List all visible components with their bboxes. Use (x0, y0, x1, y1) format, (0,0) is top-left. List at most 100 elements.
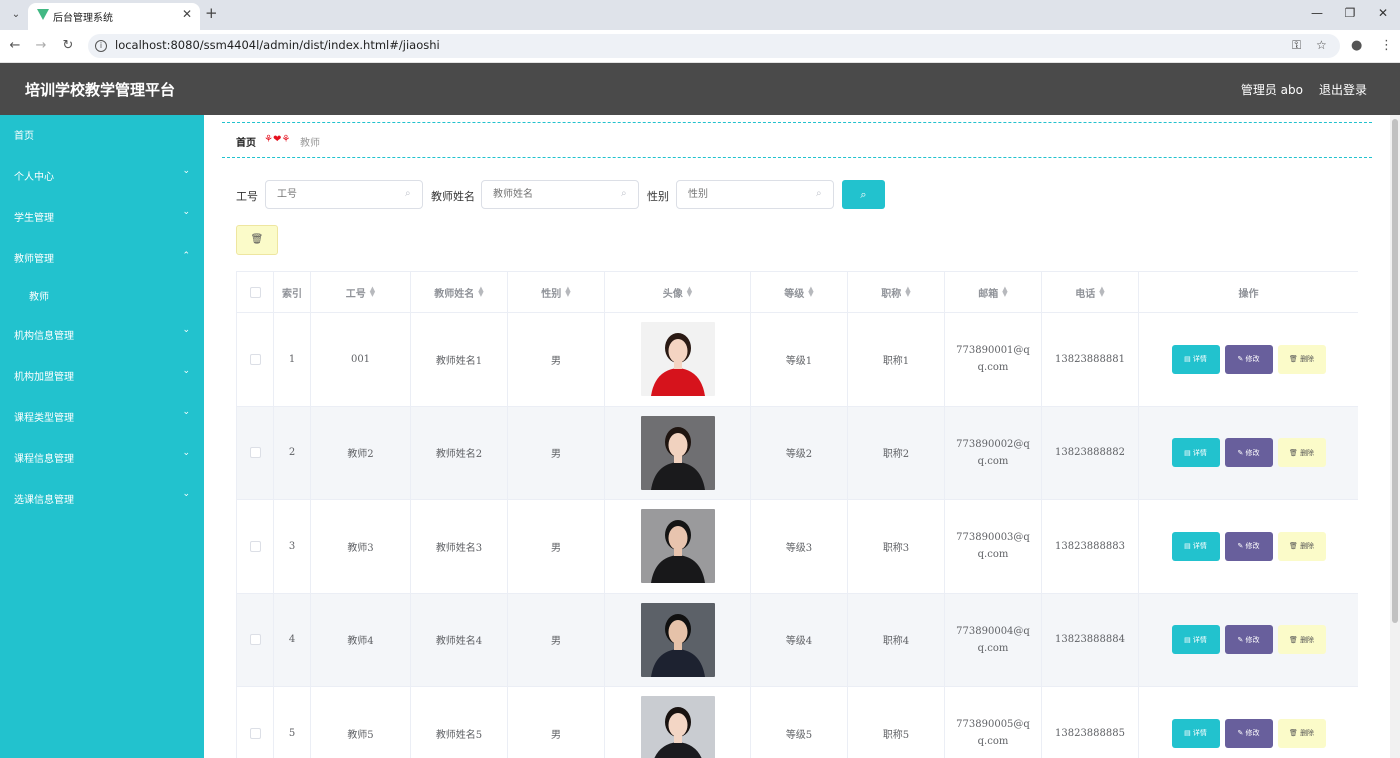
url-text[interactable]: localhost:8080/ssm4404l/admin/dist/index… (115, 38, 440, 52)
delete-button[interactable]: 🗑 删除 (1277, 718, 1326, 748)
sort-icon[interactable]: ▲ ▼ (370, 286, 375, 298)
edit-button[interactable]: ✎ 修改 (1224, 344, 1273, 374)
edit-button[interactable]: ✎ 修改 (1224, 438, 1273, 468)
tab-close-icon[interactable]: ✕ (182, 7, 192, 21)
teacher-name-search-input[interactable] (481, 180, 639, 209)
row-checkbox[interactable] (249, 353, 261, 365)
cell-phone-text: 13823888885 (1055, 727, 1125, 739)
search-button[interactable]: ⌕ (842, 180, 885, 209)
sidebar-item-course-type[interactable]: 课程类型管理 ⌄ (0, 397, 204, 433)
gonghao-search-input[interactable] (265, 180, 423, 209)
detail-button[interactable]: ▤ 详情 (1171, 718, 1220, 748)
delete-button[interactable]: 🗑 删除 (1277, 531, 1326, 561)
pencil-icon: ✎ (1237, 355, 1246, 364)
profile-icon[interactable]: ● (1351, 38, 1362, 53)
delete-button[interactable]: 🗑 删除 (1277, 625, 1326, 655)
delete-button[interactable]: 🗑 删除 (1277, 344, 1326, 374)
edit-button-label: 修改 (1245, 448, 1260, 457)
cell-level: 等级5 (751, 687, 848, 758)
restore-icon[interactable]: ❐ (1340, 6, 1360, 20)
cell-email-text: 773890002@qq.com (956, 438, 1030, 467)
edit-button[interactable]: ✎ 修改 (1224, 718, 1273, 748)
header-gonghao[interactable]: 工号 ▲ ▼ (311, 272, 411, 312)
sidebar-item-course-info[interactable]: 课程信息管理 ⌄ (0, 438, 204, 474)
sidebar-item-teacher-management[interactable]: 教师管理 ⌃ (0, 238, 204, 274)
browser-menu-icon[interactable]: ⋮ (1380, 38, 1393, 53)
sort-icon[interactable]: ▲ ▼ (565, 286, 570, 298)
logout-button[interactable]: 退出登录 (1319, 81, 1367, 98)
sidebar-item-personal-center[interactable]: 个人中心 ⌄ (0, 156, 204, 192)
header-gender[interactable]: 性别 ▲ ▼ (508, 272, 605, 312)
teacher-avatar[interactable] (640, 322, 715, 397)
cell-level-text: 等级5 (785, 729, 813, 741)
minimize-icon[interactable]: — (1307, 6, 1327, 20)
edit-button[interactable]: ✎ 修改 (1224, 625, 1273, 655)
scrollbar-thumb[interactable] (1392, 119, 1398, 623)
password-key-icon[interactable]: ⚿ (1292, 38, 1301, 53)
reload-icon[interactable]: ↻ (60, 38, 76, 53)
browser-tab[interactable]: 后台管理系统 ✕ (28, 3, 200, 30)
sidebar-item-enrollment-info[interactable]: 选课信息管理 ⌄ (0, 479, 204, 515)
header-level[interactable]: 等级 ▲ ▼ (751, 272, 848, 312)
edit-button[interactable]: ✎ 修改 (1224, 531, 1273, 561)
cell-title: 职称2 (848, 406, 945, 499)
forward-icon[interactable]: → (33, 38, 49, 53)
teacher-avatar[interactable] (640, 696, 715, 758)
new-tab-icon[interactable]: + (205, 4, 218, 22)
trash-icon: 🗑 (1288, 729, 1301, 738)
teacher-avatar[interactable] (640, 509, 715, 584)
cell-gonghao-text: 教师3 (347, 542, 374, 554)
back-icon[interactable]: ← (7, 38, 23, 53)
row-checkbox[interactable] (249, 447, 261, 459)
page-scrollbar[interactable] (1390, 115, 1400, 758)
sidebar-item-student-management[interactable]: 学生管理 ⌄ (0, 197, 204, 233)
edit-button-label: 修改 (1245, 355, 1260, 364)
select-all-checkbox[interactable] (249, 286, 261, 298)
delete-button[interactable]: 🗑 删除 (1277, 438, 1326, 468)
row-checkbox[interactable] (249, 540, 261, 552)
detail-button[interactable]: ▤ 详情 (1171, 438, 1220, 468)
detail-button[interactable]: ▤ 详情 (1171, 625, 1220, 655)
header-avatar[interactable]: 头像 ▲ ▼ (605, 272, 751, 312)
sort-icon[interactable]: ▲ ▼ (1002, 286, 1007, 298)
cell-name: 教师姓名3 (411, 500, 508, 593)
site-info-icon[interactable]: i (95, 40, 107, 52)
sort-icon[interactable]: ▲ ▼ (478, 286, 483, 298)
cell-gonghao: 001 (311, 313, 411, 406)
header-name[interactable]: 教师姓名 ▲ ▼ (411, 272, 508, 312)
cell-index-text: 4 (288, 634, 296, 646)
teacher-avatar[interactable] (640, 415, 715, 490)
row-checkbox[interactable] (249, 727, 261, 739)
breadcrumb-home[interactable]: 首页 (236, 134, 256, 149)
sort-icon[interactable]: ▲ ▼ (1099, 286, 1104, 298)
cell-title-text: 职称5 (882, 729, 910, 741)
sidebar-subitem-teacher[interactable]: 教师 (0, 276, 204, 312)
sidebar-item-home[interactable]: 首页 (0, 115, 204, 151)
sidebar-item-institution-join[interactable]: 机构加盟管理 ⌄ (0, 356, 204, 392)
batch-delete-button[interactable]: 🗑 (236, 225, 278, 255)
sort-icon[interactable]: ▲ ▼ (687, 286, 692, 298)
sidebar-item-label: 选课信息管理 (14, 495, 74, 506)
cell-avatar (605, 313, 751, 406)
header-title[interactable]: 职称 ▲ ▼ (848, 272, 945, 312)
row-checkbox[interactable] (249, 634, 261, 646)
url-field[interactable]: i localhost:8080/ssm4404l/admin/dist/ind… (88, 34, 1340, 58)
detail-button[interactable]: ▤ 详情 (1171, 344, 1220, 374)
document-icon: ▤ (1184, 448, 1193, 457)
teacher-avatar[interactable] (640, 602, 715, 677)
gender-search-input[interactable] (676, 180, 834, 209)
tab-search-icon[interactable]: ⌄ (6, 5, 26, 25)
row-select-cell (237, 593, 274, 686)
header-email[interactable]: 邮箱 ▲ ▼ (945, 272, 1042, 312)
cell-level: 等级4 (751, 593, 848, 686)
cell-name-text: 教师姓名1 (435, 355, 483, 367)
sidebar-item-institution-info[interactable]: 机构信息管理 ⌄ (0, 315, 204, 351)
cell-title-text: 职称4 (882, 636, 910, 648)
window-close-icon[interactable]: ✕ (1373, 6, 1393, 20)
header-level-label: 等级 (784, 288, 805, 300)
sort-icon[interactable]: ▲ ▼ (905, 286, 910, 298)
detail-button[interactable]: ▤ 详情 (1171, 531, 1220, 561)
bookmark-star-icon[interactable]: ☆ (1316, 38, 1327, 52)
header-phone[interactable]: 电话 ▲ ▼ (1042, 272, 1139, 312)
sort-icon[interactable]: ▲ ▼ (808, 286, 813, 298)
